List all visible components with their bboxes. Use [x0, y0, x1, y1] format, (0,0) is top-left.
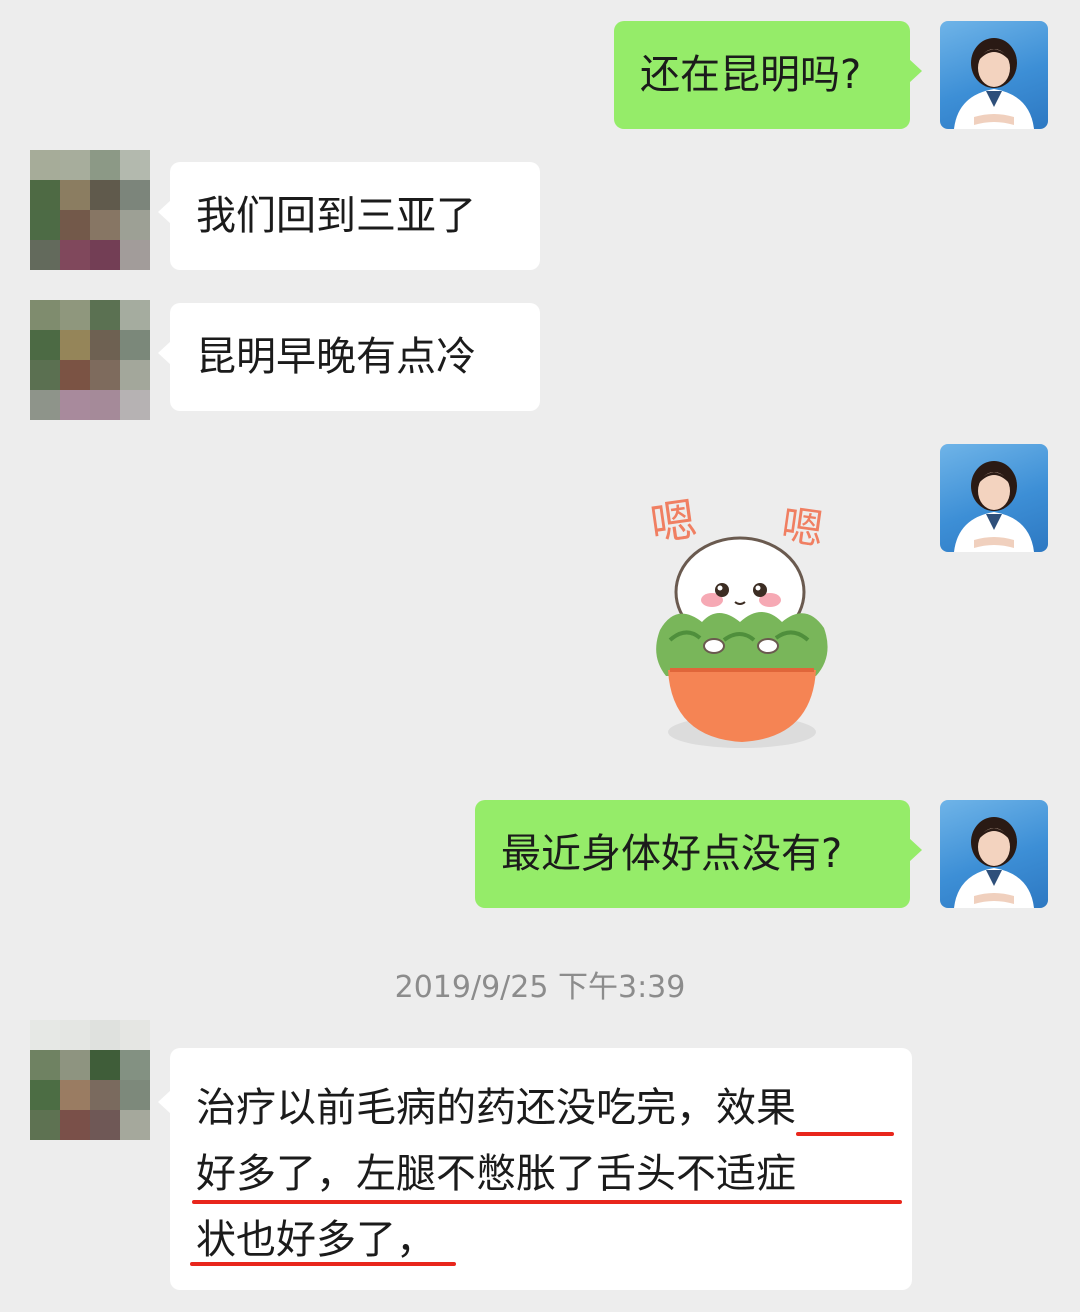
- contact-avatar-pixelated[interactable]: [30, 1020, 150, 1140]
- sticker-message[interactable]: 嗯 嗯 嗯 嗯: [636, 480, 856, 760]
- contact-avatar-pixelated[interactable]: [30, 300, 150, 420]
- annotation-underline: [192, 1200, 902, 1204]
- message-bubble[interactable]: 还在昆明吗?: [614, 21, 922, 129]
- annotation-underline: [796, 1132, 894, 1136]
- message-bubble[interactable]: 我们回到三亚了: [158, 162, 540, 270]
- message-text: 还在昆明吗?: [640, 52, 862, 98]
- message-bubble[interactable]: 昆明早晚有点冷: [158, 303, 540, 411]
- doctor-avatar[interactable]: [940, 444, 1048, 552]
- message-text: 我们回到三亚了: [196, 193, 476, 239]
- doctor-avatar[interactable]: [940, 800, 1048, 908]
- message-text: 昆明早晚有点冷: [196, 334, 476, 380]
- message-line-3: 状也好多了，: [196, 1217, 436, 1263]
- chat-timestamp: 2019/9/25 下午3:39: [394, 970, 686, 1005]
- message-line-1: 治疗以前毛病的药还没吃完，效果: [196, 1085, 796, 1131]
- message-bubble[interactable]: 最近身体好点没有?: [475, 800, 922, 908]
- annotation-underline: [190, 1262, 456, 1266]
- message-bubble-long[interactable]: 治疗以前毛病的药还没吃完，效果 好多了，左腿不憋胀了舌头不适症 状也好多了，: [158, 1048, 912, 1290]
- cat-in-pot-sticker-icon: [656, 536, 828, 748]
- message-text: 最近身体好点没有?: [501, 831, 843, 877]
- message-line-2: 好多了，左腿不憋胀了舌头不适症: [196, 1151, 796, 1197]
- contact-avatar-pixelated[interactable]: [30, 150, 150, 270]
- doctor-avatar[interactable]: [940, 21, 1048, 129]
